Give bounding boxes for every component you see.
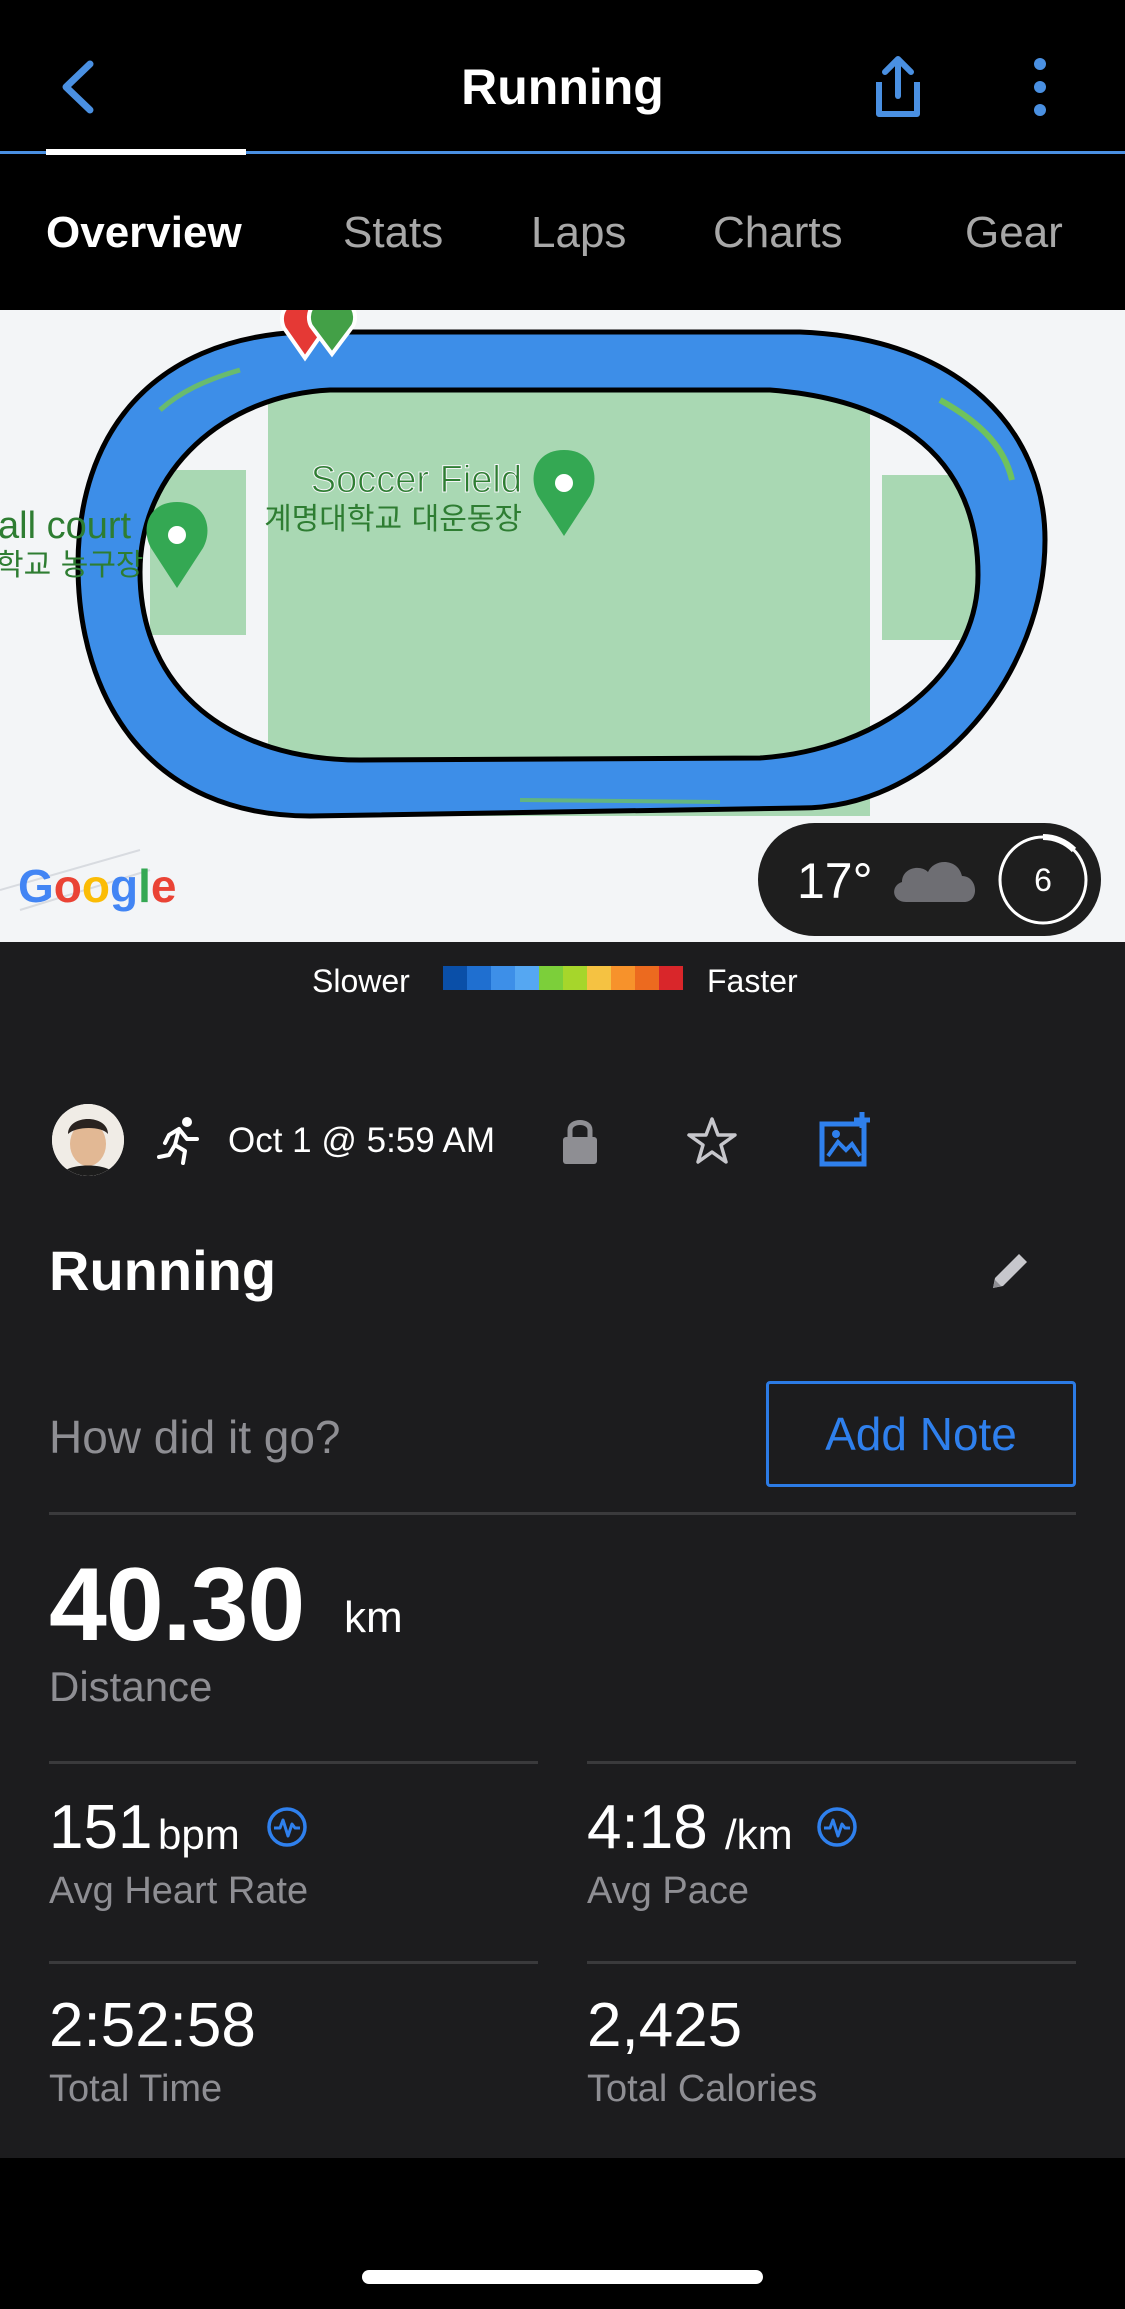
uv-index-value: 6 (1034, 862, 1052, 898)
poi-label-soccer: Soccer Field (311, 459, 522, 501)
page-title: Running (461, 59, 664, 115)
pace-sensor-icon[interactable] (816, 1806, 858, 1848)
legend-faster-label: Faster (707, 963, 798, 999)
divider (49, 1961, 538, 1964)
pace-scale-segment (443, 966, 467, 990)
divider (49, 1761, 538, 1764)
pace-scale-segment (467, 966, 491, 990)
pace-scale-segment (659, 966, 683, 990)
pace-scale-segment (563, 966, 587, 990)
pace-scale-segment (491, 966, 515, 990)
divider (49, 1512, 1076, 1515)
activity-name: Running (49, 1239, 277, 1302)
avg-heart-rate-value: 151 (49, 1793, 153, 1862)
note-prompt: How did it go? (49, 1411, 341, 1463)
total-calories-label: Total Calories (587, 2068, 818, 2110)
distance-label: Distance (49, 1663, 213, 1710)
avg-pace-unit: /km (725, 1811, 793, 1858)
pace-color-scale (443, 966, 683, 990)
active-tab-indicator (46, 149, 246, 155)
avatar[interactable] (52, 1104, 124, 1176)
add-photo-icon[interactable] (818, 1110, 874, 1168)
more-options-button[interactable] (1020, 52, 1060, 122)
pace-scale-segment (635, 966, 659, 990)
divider (587, 1961, 1076, 1964)
weather-temperature: 17° (797, 853, 873, 909)
poi-label-court: all court (0, 505, 131, 547)
pace-scale-segment (611, 966, 635, 990)
star-icon[interactable] (684, 1114, 740, 1170)
more-vertical-icon (1034, 58, 1046, 116)
tab-charts[interactable]: Charts (713, 208, 843, 258)
total-time-value: 2:52:58 (49, 1991, 256, 2060)
total-calories-value: 2,425 (587, 1991, 743, 2060)
legend-slower-label: Slower (312, 963, 410, 999)
soccer-field (268, 380, 870, 816)
distance-unit: km (344, 1593, 403, 1642)
pace-scale-segment (515, 966, 539, 990)
google-logo: Google (18, 860, 176, 912)
pace-scale-segment (539, 966, 563, 990)
distance-value: 40.30 (49, 1547, 305, 1663)
tab-overview[interactable]: Overview (46, 208, 242, 258)
avg-heart-rate-unit: bpm (158, 1811, 240, 1858)
total-time-label: Total Time (49, 2068, 223, 2110)
poi-label-court-ko: 학교 농구장 (0, 548, 144, 583)
home-indicator-area (0, 2158, 1125, 2309)
heart-rate-sensor-icon[interactable] (266, 1806, 308, 1848)
divider (587, 1761, 1076, 1764)
avg-heart-rate-label: Avg Heart Rate (49, 1870, 309, 1912)
lock-icon[interactable] (560, 1116, 600, 1166)
avg-pace-label: Avg Pace (587, 1870, 749, 1912)
add-note-button[interactable]: Add Note (766, 1381, 1076, 1487)
share-button[interactable] (865, 52, 931, 122)
tab-laps[interactable]: Laps (531, 208, 626, 258)
tab-stats[interactable]: Stats (343, 208, 443, 258)
running-activity-icon (155, 1115, 203, 1167)
activity-date: Oct 1 @ 5:59 AM (228, 1121, 496, 1160)
tab-gear[interactable]: Gear (965, 208, 1063, 258)
pace-scale-segment (587, 966, 611, 990)
avg-pace-value: 4:18 (587, 1793, 708, 1862)
cloud-icon (886, 850, 986, 910)
edit-pencil-icon[interactable] (987, 1248, 1033, 1294)
tab-bar: Overview Stats Laps Charts Gear (0, 154, 1125, 310)
share-icon (876, 56, 920, 117)
poi-label-soccer-ko: 계명대학교 대운동장 (264, 502, 522, 537)
home-indicator[interactable] (362, 2270, 763, 2284)
